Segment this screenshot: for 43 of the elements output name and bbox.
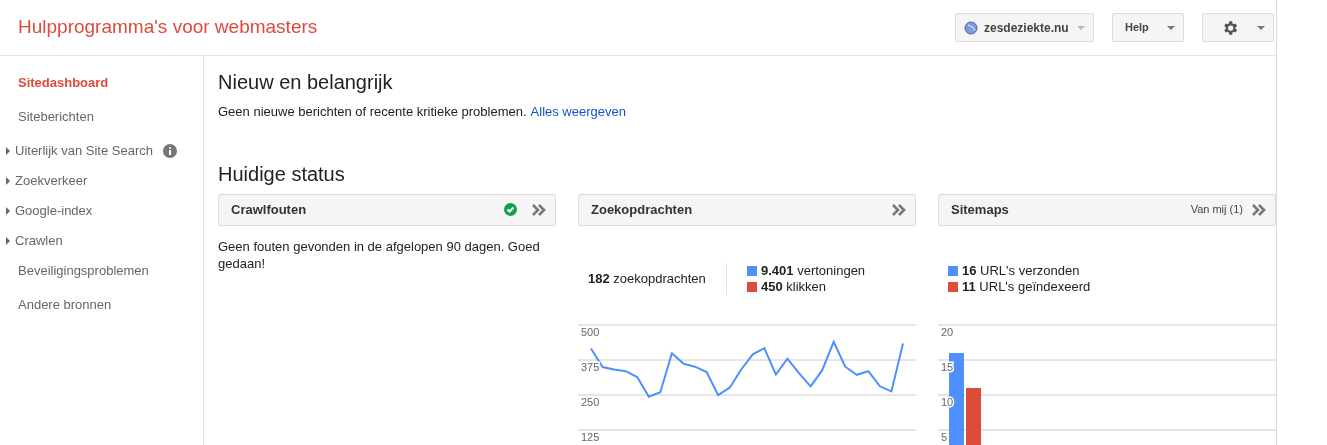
sidebar-item[interactable]: Google-index (0, 196, 203, 226)
filter-link[interactable]: Van mij (1) (1190, 201, 1243, 218)
settings-button[interactable] (1202, 13, 1274, 42)
caret-icon (1077, 25, 1085, 30)
axis-tick-label: 20 (941, 325, 954, 338)
app-title: Hulpprogramma's voor webmasters (18, 15, 318, 40)
expand-icon (6, 237, 10, 245)
axis-tick-label: 375 (581, 360, 600, 373)
axis-tick-label: 250 (581, 395, 600, 408)
legend-label: 11 URL's geïndexeerd (962, 278, 1091, 295)
axis-tick-label: 5 (941, 430, 948, 443)
view-all-link[interactable]: Alles weergeven (530, 102, 626, 122)
help-button[interactable]: Help (1112, 13, 1184, 42)
sidebar-item[interactable]: Andere bronnen (0, 286, 203, 324)
sidebar-item[interactable]: Zoekverkeer (0, 166, 203, 196)
caret-icon (1167, 25, 1175, 30)
expand-icon (6, 207, 10, 215)
axis-tick-label: 125 (581, 430, 600, 443)
section-heading: Nieuw en belangrijk (218, 70, 394, 94)
expand-icon (6, 147, 10, 155)
legend-label: 9.401 vertoningen (761, 262, 866, 279)
double-chevron-icon[interactable] (891, 202, 907, 217)
sidebar-item[interactable]: Uiterlijk van Site Search (0, 136, 203, 166)
legend-label: 450 klikken (761, 278, 827, 295)
sidebar-item[interactable]: Crawlen (0, 226, 203, 256)
caret-icon (1257, 25, 1265, 30)
expand-icon (6, 177, 10, 185)
section-heading: Huidige status (218, 161, 346, 186)
double-chevron-icon[interactable] (1251, 202, 1267, 217)
globe-icon (964, 20, 978, 35)
double-chevron-icon[interactable] (531, 202, 547, 217)
card-header: Crawlfouten (218, 193, 556, 226)
sidebar-item[interactable]: Sitedashboard (0, 68, 203, 98)
status-message: Geen fouten gevonden in de afgelopen 90 dagen. Goed gedaan! (218, 237, 541, 272)
sidebar-item[interactable]: Beveiligingsproblemen (0, 256, 203, 286)
legend-label: 16 URL's verzonden (962, 262, 1080, 279)
card-header: Sitemaps Van mij (1) (938, 193, 1276, 226)
sidebar-item[interactable]: Siteberichten (0, 98, 203, 136)
query-count: 182 zoekopdrachten (588, 269, 707, 288)
card-header: Zoekopdrachten (578, 193, 916, 226)
site-selector[interactable]: zesdeziekte.nu (955, 13, 1094, 42)
news-message: Geen nieuwe berichten of recente kritieke problemen. (218, 103, 527, 121)
axis-tick-label: 500 (581, 325, 600, 338)
